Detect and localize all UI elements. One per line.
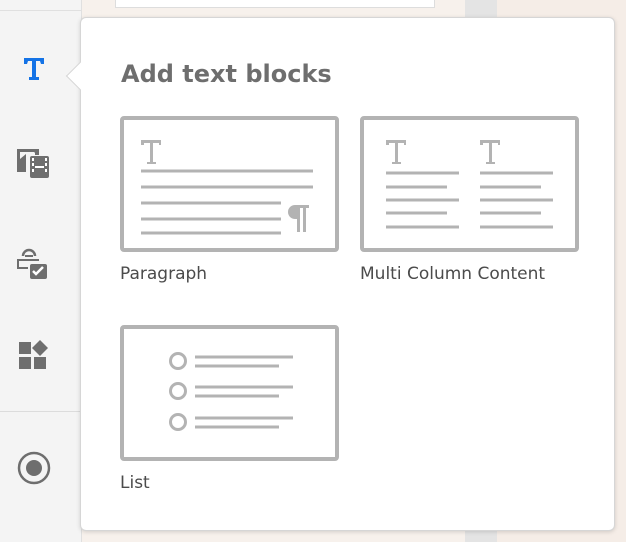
paragraph-block[interactable]: Paragraph [120, 116, 339, 284]
paragraph-thumbnail [120, 116, 339, 252]
list-thumbnail [120, 325, 339, 461]
text-icon [24, 58, 44, 80]
list-block[interactable]: List [120, 325, 339, 493]
paragraph-label: Paragraph [120, 264, 208, 284]
sidebar-item-text[interactable] [14, 48, 54, 88]
image-video-icon [17, 149, 49, 178]
sidebar-item-components[interactable] [14, 336, 54, 376]
paragraph-icon [141, 140, 313, 235]
form-checkbox-icon [17, 248, 47, 279]
multi-column-thumbnail [360, 116, 579, 252]
list-label: List [120, 473, 150, 493]
multi-column-label: Multi Column Content [360, 264, 546, 284]
multi-column-block[interactable]: Multi Column Content [360, 116, 579, 284]
record-icon [17, 451, 51, 485]
multi-column-icon [386, 140, 553, 229]
sidebar [0, 0, 82, 542]
popover-title: Add text blocks [121, 60, 332, 88]
sidebar-item-record[interactable] [14, 448, 54, 488]
sidebar-item-forms[interactable] [14, 243, 54, 283]
list-icon [169, 352, 293, 431]
widgets-icon [19, 340, 48, 369]
sidebar-item-media[interactable] [14, 143, 54, 183]
add-text-blocks-popover: Add text blocks Paragraph Multi Column C… [65, 17, 615, 531]
canvas-page-edge [115, 0, 435, 8]
